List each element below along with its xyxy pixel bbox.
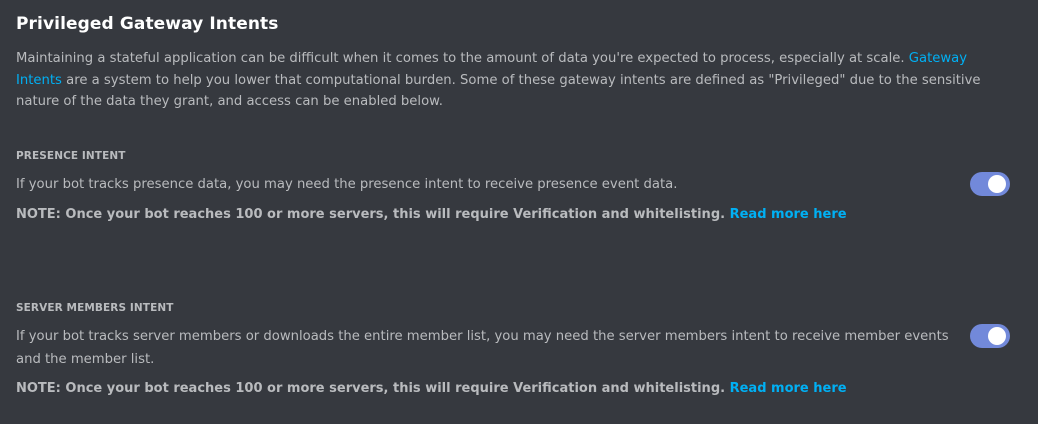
- server-members-intent-note-text: NOTE: Once your bot reaches 100 or more …: [16, 381, 726, 396]
- server-members-intent-section: SERVER MEMBERS INTENT If your bot tracks…: [16, 302, 1022, 396]
- presence-read-more-link[interactable]: Read more here: [730, 207, 847, 222]
- server-members-intent-label: SERVER MEMBERS INTENT: [16, 302, 174, 314]
- intro-text-start: Maintaining a stateful application can b…: [16, 51, 909, 66]
- intro-text: Maintaining a stateful application can b…: [16, 48, 1016, 113]
- presence-intent-section: PRESENCE INTENT If your bot tracks prese…: [16, 150, 1022, 222]
- server-members-intent-description: If your bot tracks server members or dow…: [16, 329, 949, 367]
- toggle-knob: [988, 327, 1006, 345]
- server-members-intent-toggle[interactable]: [970, 324, 1010, 348]
- privileged-intents-panel: Privileged Gateway Intents Maintaining a…: [0, 0, 1038, 424]
- toggle-knob: [988, 175, 1006, 193]
- server-members-intent-note: NOTE: Once your bot reaches 100 or more …: [16, 381, 1022, 396]
- presence-intent-note: NOTE: Once your bot reaches 100 or more …: [16, 207, 1022, 222]
- presence-intent-toggle[interactable]: [970, 172, 1010, 196]
- presence-intent-description: If your bot tracks presence data, you ma…: [16, 177, 678, 192]
- presence-intent-note-text: NOTE: Once your bot reaches 100 or more …: [16, 206, 726, 222]
- intro-text-end: are a system to help you lower that comp…: [16, 72, 981, 110]
- section-title: Privileged Gateway Intents: [16, 14, 279, 34]
- server-members-read-more-link[interactable]: Read more here: [730, 381, 847, 396]
- presence-intent-label: PRESENCE INTENT: [16, 150, 126, 162]
